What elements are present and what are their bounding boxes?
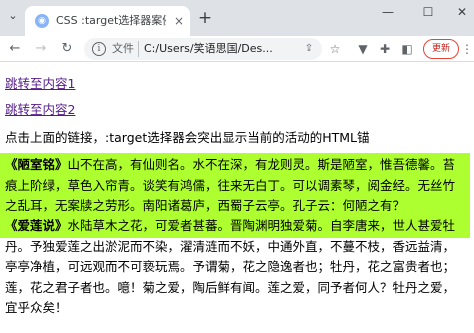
window-close-button[interactable]: ✕: [452, 3, 472, 21]
tab-strip: ⌄ ◉ CSS :target选择器案例 × + — ☐ ✕: [0, 0, 474, 36]
minimize-button[interactable]: —: [378, 3, 398, 21]
info-icon[interactable]: i: [92, 42, 106, 56]
tab-title: CSS :target选择器案例: [56, 14, 166, 27]
page-content: 跳转至内容1 跳转至内容2 点击上面的链接，:target选择器会突出显示当前的…: [0, 63, 474, 333]
browser-toolbar: ← → ↻ i 文件 C:/Users/笑语思国/Des... ⇪ ☆ ▼ ✚ …: [0, 36, 474, 62]
tab-search-icon[interactable]: ⌄: [6, 9, 20, 23]
globe-icon: ◉: [35, 14, 49, 28]
bookmark-star-icon[interactable]: ☆: [326, 40, 344, 58]
extensions-puzzle-icon[interactable]: ✚: [376, 40, 394, 58]
link-content-1[interactable]: 跳转至内容1: [5, 75, 75, 93]
share-icon[interactable]: ⇪: [302, 42, 316, 56]
side-panel-icon[interactable]: ◧: [398, 40, 416, 58]
back-button[interactable]: ←: [6, 40, 24, 58]
section-text: 水陆草木之花，可爱者甚蕃。晋陶渊明独爱菊。自李唐来，世人甚爱牡丹。予独爱莲之出淤…: [5, 218, 456, 315]
reload-button[interactable]: ↻: [58, 40, 76, 58]
instruction-text: 点击上面的链接，:target选择器会突出显示当前的活动的HTML锚: [5, 130, 370, 145]
more-menu-icon[interactable]: ⋮: [461, 40, 473, 58]
content-2: 《爱莲说》水陆草木之花，可爱者甚蕃。晋陶渊明独爱菊。自李唐来，世人甚爱牡丹。予独…: [0, 214, 470, 329]
tab-active[interactable]: ◉ CSS :target选择器案例 ×: [25, 6, 190, 36]
link-content-2[interactable]: 跳转至内容2: [5, 101, 75, 119]
extension-v-icon[interactable]: ▼: [354, 40, 372, 58]
url-text[interactable]: C:/Users/笑语思国/Des...: [144, 42, 294, 56]
section-title: 《陋室铭》: [5, 157, 68, 172]
section-text: 山不在高，有仙则名。水不在深，有龙则灵。斯是陋室，惟吾德馨。苔痕上阶绿，草色入帘…: [5, 157, 456, 213]
update-button[interactable]: 更新: [423, 39, 459, 59]
address-bar[interactable]: i 文件 C:/Users/笑语思国/Des... ⇪: [84, 38, 322, 60]
section-title: 《爱莲说》: [5, 218, 68, 233]
new-tab-button[interactable]: +: [197, 10, 213, 27]
scheme-label: 文件: [112, 42, 134, 55]
omnibox-divider: [138, 41, 139, 57]
maximize-button[interactable]: ☐: [418, 3, 438, 21]
forward-button[interactable]: →: [32, 40, 50, 58]
tab-close-icon[interactable]: ×: [172, 13, 186, 29]
